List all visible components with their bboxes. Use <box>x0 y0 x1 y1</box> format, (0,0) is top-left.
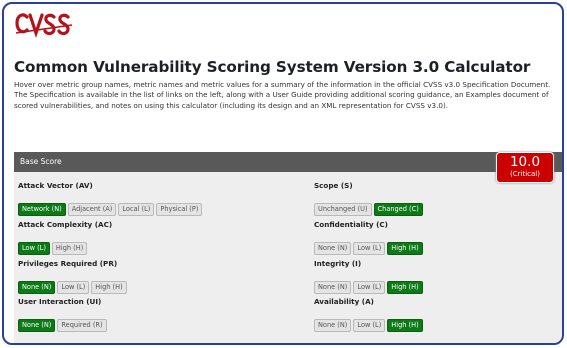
metric-option-button[interactable]: Local (L) <box>118 203 155 216</box>
cvss-logo-image <box>15 13 73 39</box>
metric-option-button[interactable]: None (N) <box>314 319 352 332</box>
metric-option-button[interactable]: None (N) <box>18 319 56 332</box>
metric-option-button[interactable]: Unchanged (U) <box>314 203 372 216</box>
metric-label[interactable]: Integrity (I) <box>314 259 425 268</box>
metric-option-button[interactable]: None (N) <box>18 281 56 294</box>
metric-scope: Scope (S) Unchanged (U) Changed (C) <box>314 181 425 216</box>
metric-options: None (N) Required (R) <box>18 312 109 332</box>
metric-attack-vector: Attack Vector (AV) Network (N) Adjacent (… <box>18 181 204 216</box>
metric-options: None (N) Low (L) High (H) <box>18 274 129 294</box>
metric-option-button[interactable]: Low (L) <box>353 242 386 255</box>
metric-option-button[interactable]: Low (L) <box>353 319 386 332</box>
metric-options: Unchanged (U) Changed (C) <box>314 196 425 216</box>
metric-option-button[interactable]: High (H) <box>51 242 88 255</box>
metric-option-button[interactable]: High (H) <box>91 281 127 294</box>
metric-label[interactable]: Privileges Required (PR) <box>18 259 129 268</box>
metric-option-button[interactable]: Low (L) <box>353 281 386 294</box>
metric-option-button[interactable]: Adjacent (A) <box>67 203 117 216</box>
metric-label[interactable]: Availability (A) <box>314 297 425 306</box>
metric-label[interactable]: Confidentiality (C) <box>314 220 425 229</box>
metric-label[interactable]: User Interaction (UI) <box>18 297 109 306</box>
base-score-header: Base Score <box>14 152 562 172</box>
metric-option-button[interactable]: Changed (C) <box>373 203 423 216</box>
metric-label[interactable]: Scope (S) <box>314 181 425 190</box>
metric-options: None (N) Low (L) High (H) <box>314 235 425 255</box>
metric-confidentiality: Confidentiality (C) None (N) Low (L) High … <box>314 220 425 255</box>
metric-integrity: Integrity (I) None (N) Low (L) High (H) <box>314 259 425 294</box>
metric-option-button[interactable]: None (N) <box>314 242 352 255</box>
base-score-value: 10.0 <box>509 154 541 170</box>
base-score-badge: 10.0 (Critical) <box>496 152 554 183</box>
metric-option-button[interactable]: None (N) <box>314 281 352 294</box>
metric-label[interactable]: Attack Complexity (AC) <box>18 220 112 229</box>
page-title: Common Vulnerability Scoring System Vers… <box>14 58 531 76</box>
cvss-logo <box>14 9 78 41</box>
app-frame: Common Vulnerability Scoring System Vers… <box>2 2 564 345</box>
metric-option-button[interactable]: Low (L) <box>57 281 90 294</box>
metric-option-button[interactable]: Physical (P) <box>156 203 203 216</box>
metric-user-interaction: User Interaction (UI) None (N) Required (… <box>18 297 109 332</box>
metric-option-button[interactable]: High (H) <box>387 281 423 294</box>
intro-paragraph: Hover over metric group names, metric na… <box>14 80 551 110</box>
metric-option-button[interactable]: High (H) <box>387 242 423 255</box>
metric-options: None (N) Low (L) High (H) <box>314 312 425 332</box>
metric-attack-complexity: Attack Complexity (AC) Low (L) High (H) <box>18 220 112 255</box>
metric-options: Low (L) High (H) <box>18 235 112 255</box>
metric-options: Network (N) Adjacent (A) Local (L) Physical… <box>18 196 204 216</box>
metric-privileges-required: Privileges Required (PR) None (N) Low (L)… <box>18 259 129 294</box>
metric-option-button[interactable]: High (H) <box>387 319 423 332</box>
metric-option-button[interactable]: Low (L) <box>18 242 50 255</box>
metric-availability: Availability (A) None (N) Low (L) High (H) <box>314 297 425 332</box>
metric-option-button[interactable]: Required (R) <box>57 319 107 332</box>
metric-option-button[interactable]: Network (N) <box>18 203 66 216</box>
metric-label[interactable]: Attack Vector (AV) <box>18 181 204 190</box>
metric-options: None (N) Low (L) High (H) <box>314 274 425 294</box>
base-score-severity: (Critical) <box>510 170 540 178</box>
